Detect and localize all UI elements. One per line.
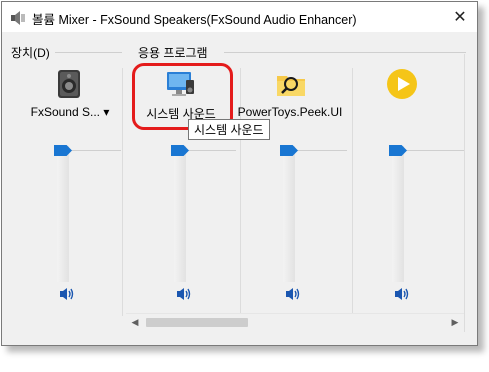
chevron-down-icon: ▾ — [103, 105, 110, 119]
app-channel-media-player — [344, 54, 464, 316]
media-player-volume-slider[interactable] — [392, 146, 404, 282]
speaker-device-icon — [58, 70, 80, 98]
device-mute-speaker-icon[interactable] — [59, 287, 75, 301]
device-volume-slider[interactable] — [57, 146, 69, 282]
app-name-powertoys-peek: PowerToys.Peek.UI — [237, 105, 343, 119]
device-name-label: FxSound S... — [30, 105, 100, 119]
media-player-slider-tick — [404, 150, 464, 151]
speaker-app-icon — [11, 11, 25, 25]
apps-area-right-border — [464, 54, 465, 332]
scroll-right-arrow-icon[interactable]: ▶ — [450, 317, 460, 327]
device-group-divider — [55, 52, 122, 53]
device-volume-thumb[interactable] — [54, 145, 72, 156]
powertoys-peek-mute-speaker-icon[interactable] — [285, 287, 301, 301]
folder-magnifier-icon — [277, 76, 305, 96]
media-player-mute-speaker-icon[interactable] — [394, 287, 410, 301]
window-title: 볼륨 Mixer - FxSound Speakers(FxSound Audi… — [32, 13, 357, 27]
system-sounds-mute-speaker-icon[interactable] — [176, 287, 192, 301]
powertoys-peek-volume-slider[interactable] — [283, 146, 295, 282]
media-player-volume-thumb[interactable] — [389, 145, 407, 156]
close-button[interactable]: ✕ — [447, 5, 473, 29]
scroll-left-arrow-icon[interactable]: ◀ — [130, 317, 140, 327]
system-sounds-slider-tick — [186, 150, 236, 151]
apps-horizontal-scrollbar[interactable]: ◀ ▶ — [126, 313, 464, 331]
app-channel-powertoys-peek: PowerToys.Peek.UI — [235, 54, 347, 316]
powertoys-peek-volume-thumb[interactable] — [280, 145, 298, 156]
close-icon: ✕ — [453, 9, 467, 26]
scrollbar-thumb[interactable] — [146, 318, 248, 327]
play-circle-icon — [387, 69, 417, 99]
device-name[interactable]: FxSound S... ▾ — [15, 105, 125, 119]
device-slider-tick — [69, 150, 121, 151]
apps-group-divider — [224, 52, 466, 53]
volume-mixer-window: 볼륨 Mixer - FxSound Speakers(FxSound Audi… — [1, 1, 478, 346]
powertoys-peek-slider-tick — [295, 150, 347, 151]
device-column: FxSound S... ▾ — [15, 54, 125, 332]
device-channel: FxSound S... ▾ — [15, 54, 125, 316]
title-bar[interactable]: 볼륨 Mixer - FxSound Speakers(FxSound Audi… — [2, 2, 477, 32]
system-sounds-volume-slider[interactable] — [174, 146, 186, 282]
system-sounds-volume-thumb[interactable] — [171, 145, 189, 156]
tooltip: 시스템 사운드 — [188, 119, 270, 140]
